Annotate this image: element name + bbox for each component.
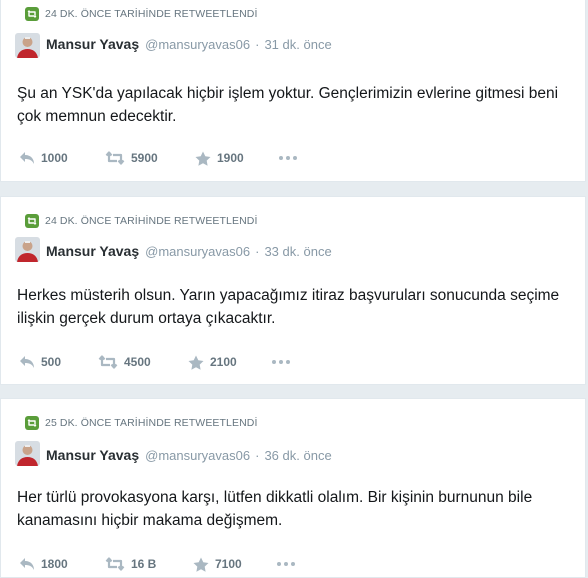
retweet-count: 16 B bbox=[131, 557, 157, 571]
tweet-timestamp[interactable]: 33 dk. önce bbox=[264, 244, 331, 259]
separator-dot: · bbox=[255, 244, 260, 259]
tweet-actions: 500 4500 2100 bbox=[19, 353, 290, 371]
tweet-header: Mansur Yavaş @mansuryavas06 · 33 dk. önc… bbox=[46, 243, 332, 259]
author-name[interactable]: Mansur Yavaş bbox=[46, 447, 139, 463]
like-button[interactable]: 7100 bbox=[193, 557, 277, 572]
retweet-icon bbox=[98, 355, 118, 369]
tweet-card[interactable]: 24 DK. ÖNCE TARİHİNDE RETWEETLENDİ Mansu… bbox=[0, 0, 586, 182]
tweet-header: Mansur Yavaş @mansuryavas06 · 36 dk. önc… bbox=[46, 447, 332, 463]
reply-icon bbox=[20, 558, 34, 570]
retweet-button[interactable]: 5900 bbox=[105, 151, 195, 165]
like-button[interactable]: 2100 bbox=[188, 355, 272, 370]
author-name[interactable]: Mansur Yavaş bbox=[46, 36, 139, 52]
tweet-actions: 1800 16 B 7100 bbox=[19, 555, 295, 573]
reply-count: 1800 bbox=[41, 557, 68, 571]
more-options-icon[interactable] bbox=[279, 156, 297, 160]
reply-button[interactable]: 500 bbox=[19, 355, 98, 369]
reply-button[interactable]: 1000 bbox=[19, 151, 105, 165]
retweet-icon bbox=[25, 7, 39, 21]
retweet-count: 5900 bbox=[131, 151, 158, 165]
tweet-timestamp[interactable]: 31 dk. önce bbox=[264, 37, 331, 52]
like-count: 2100 bbox=[210, 355, 237, 369]
separator-dot: · bbox=[255, 37, 260, 52]
retweet-count: 4500 bbox=[124, 355, 151, 369]
tweet-feed: 24 DK. ÖNCE TARİHİNDE RETWEETLENDİ Mansu… bbox=[0, 0, 588, 578]
tweet-card[interactable]: 25 DK. ÖNCE TARİHİNDE RETWEETLENDİ Mansu… bbox=[0, 398, 586, 578]
retweet-label: 25 DK. ÖNCE TARİHİNDE RETWEETLENDİ bbox=[45, 417, 258, 429]
tweet-text: Herkes müsterih olsun. Yarın yapacağımız… bbox=[17, 287, 560, 327]
like-count: 1900 bbox=[217, 151, 244, 165]
reply-button[interactable]: 1800 bbox=[19, 557, 105, 571]
author-handle[interactable]: @mansuryavas06 bbox=[145, 37, 250, 52]
tweet-text: Her türlü provokasyona karşı, lütfen dik… bbox=[17, 489, 533, 529]
reply-count: 500 bbox=[41, 355, 62, 369]
reply-count: 1000 bbox=[41, 151, 68, 165]
tweet-timestamp[interactable]: 36 dk. önce bbox=[264, 448, 331, 463]
retweet-icon bbox=[105, 151, 125, 165]
retweet-icon bbox=[25, 214, 39, 228]
retweet-button[interactable]: 4500 bbox=[98, 355, 188, 369]
retweet-label: 24 DK. ÖNCE TARİHİNDE RETWEETLENDİ bbox=[45, 8, 258, 20]
reply-icon bbox=[20, 152, 34, 164]
like-button[interactable]: 1900 bbox=[195, 151, 279, 166]
avatar[interactable] bbox=[15, 441, 40, 466]
like-count: 7100 bbox=[215, 557, 242, 571]
retweet-button[interactable]: 16 B bbox=[105, 557, 193, 571]
star-icon bbox=[188, 355, 204, 370]
author-name[interactable]: Mansur Yavaş bbox=[46, 243, 139, 259]
retweet-context: 25 DK. ÖNCE TARİHİNDE RETWEETLENDİ bbox=[25, 416, 257, 430]
more-options-icon[interactable] bbox=[272, 360, 290, 364]
separator-dot: · bbox=[255, 448, 260, 463]
tweet-actions: 1000 5900 1900 bbox=[19, 149, 297, 167]
tweet-card[interactable]: 24 DK. ÖNCE TARİHİNDE RETWEETLENDİ Mansu… bbox=[0, 196, 586, 385]
retweet-context: 24 DK. ÖNCE TARİHİNDE RETWEETLENDİ bbox=[25, 7, 257, 21]
avatar[interactable] bbox=[15, 237, 40, 262]
tweet-text: Şu an YSK'da yapılacak hiçbir işlem yokt… bbox=[17, 85, 559, 125]
avatar[interactable] bbox=[15, 33, 40, 58]
star-icon bbox=[193, 557, 209, 572]
retweet-icon bbox=[105, 557, 125, 571]
tweet-header: Mansur Yavaş @mansuryavas06 · 31 dk. önc… bbox=[46, 36, 332, 52]
retweet-icon bbox=[25, 416, 39, 430]
author-handle[interactable]: @mansuryavas06 bbox=[145, 448, 250, 463]
retweet-label: 24 DK. ÖNCE TARİHİNDE RETWEETLENDİ bbox=[45, 215, 258, 227]
retweet-context: 24 DK. ÖNCE TARİHİNDE RETWEETLENDİ bbox=[25, 214, 257, 228]
more-options-icon[interactable] bbox=[277, 562, 295, 566]
reply-icon bbox=[20, 356, 34, 368]
author-handle[interactable]: @mansuryavas06 bbox=[145, 244, 250, 259]
star-icon bbox=[195, 151, 211, 166]
